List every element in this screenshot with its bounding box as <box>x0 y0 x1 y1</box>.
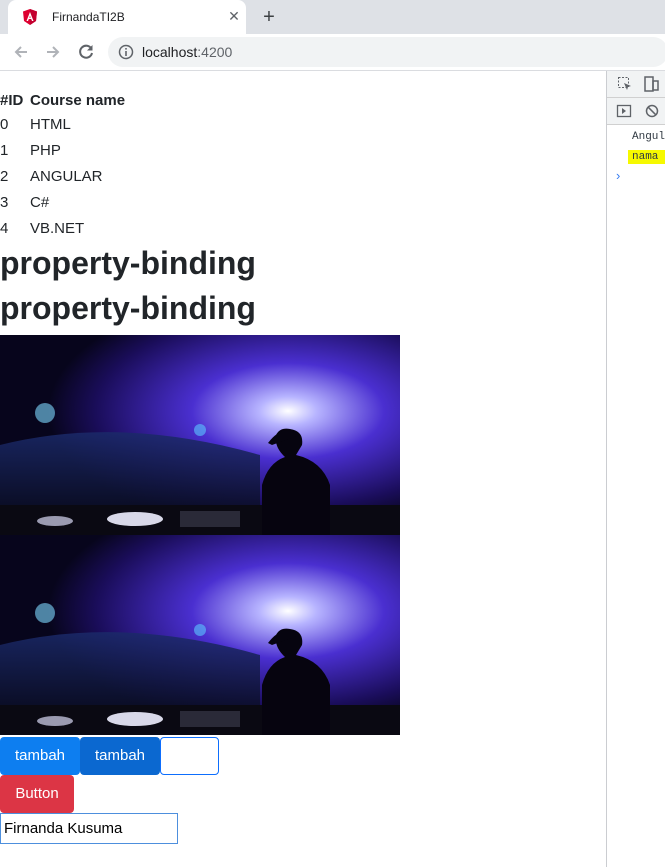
tambah-button-active[interactable]: tambah <box>80 737 160 775</box>
angular-logo-icon <box>23 9 37 25</box>
tab-close-icon[interactable]: ✕ <box>226 8 242 24</box>
clear-console-icon[interactable] <box>644 103 660 119</box>
concert-dj-image <box>0 335 400 535</box>
cell-course-name: C# <box>30 193 50 211</box>
column-header-id: #ID <box>0 91 24 109</box>
page-content: #ID Course name 0 HTML 1 PHP 2 ANGULAR 3… <box>0 71 606 867</box>
cell-course-name: HTML <box>30 115 71 133</box>
info-icon[interactable] <box>118 44 134 60</box>
tab-title: FirnandaTI2B <box>52 10 125 24</box>
cell-id: 1 <box>0 141 9 159</box>
property-binding-heading: property-binding <box>0 290 256 326</box>
table-header-row: #ID Course name <box>0 89 127 111</box>
empty-outline-button[interactable] <box>160 737 219 775</box>
url-host: localhost <box>142 44 198 60</box>
browser-tab[interactable]: FirnandaTI2B ✕ <box>8 0 246 34</box>
course-table: #ID Course name 0 HTML 1 PHP 2 ANGULAR 3… <box>0 89 127 241</box>
sidebar-toggle-icon[interactable] <box>616 103 632 119</box>
cell-course-name: PHP <box>30 141 61 159</box>
cell-id: 0 <box>0 115 9 133</box>
cell-id: 3 <box>0 193 9 211</box>
column-header-course-name: Course name <box>30 91 126 109</box>
concert-dj-image <box>0 535 400 735</box>
devtools-toolbar <box>607 71 665 98</box>
table-row: 1 PHP <box>0 137 127 163</box>
console-log-text: Angul <box>632 131 665 143</box>
table-row: 4 VB.NET <box>0 215 127 241</box>
url-text[interactable]: localhost:4200 <box>142 44 232 60</box>
table-row: 2 ANGULAR <box>0 163 127 189</box>
table-row: 0 HTML <box>0 111 127 137</box>
url-port: :4200 <box>197 44 233 60</box>
cell-id: 4 <box>0 219 9 237</box>
tambah-button[interactable]: tambah <box>0 737 80 775</box>
arrow-left-icon[interactable] <box>10 41 32 63</box>
devtools-panel: Angul nama › <box>606 71 665 867</box>
console-highlighted-text: nama <box>628 150 665 164</box>
cell-id: 2 <box>0 167 9 185</box>
console-prompt-icon[interactable]: › <box>616 168 620 183</box>
table-row: 3 C# <box>0 189 127 215</box>
property-binding-heading: property-binding <box>0 245 256 281</box>
browser-toolbar: localhost:4200 <box>0 34 665 71</box>
address-bar[interactable]: localhost:4200 <box>108 37 665 67</box>
device-toolbar-icon[interactable] <box>643 76 659 92</box>
arrow-right-icon[interactable] <box>42 41 64 63</box>
browser-tabbar: FirnandaTI2B ✕ + <box>0 0 665 34</box>
console-toolbar <box>607 98 665 125</box>
danger-button[interactable]: Button <box>0 775 74 813</box>
new-tab-button[interactable]: + <box>258 7 280 29</box>
inspect-element-icon[interactable] <box>617 76 633 92</box>
reload-icon[interactable] <box>75 41 97 63</box>
name-input[interactable] <box>0 813 178 844</box>
cell-course-name: VB.NET <box>30 219 85 237</box>
cell-course-name: ANGULAR <box>30 167 103 185</box>
